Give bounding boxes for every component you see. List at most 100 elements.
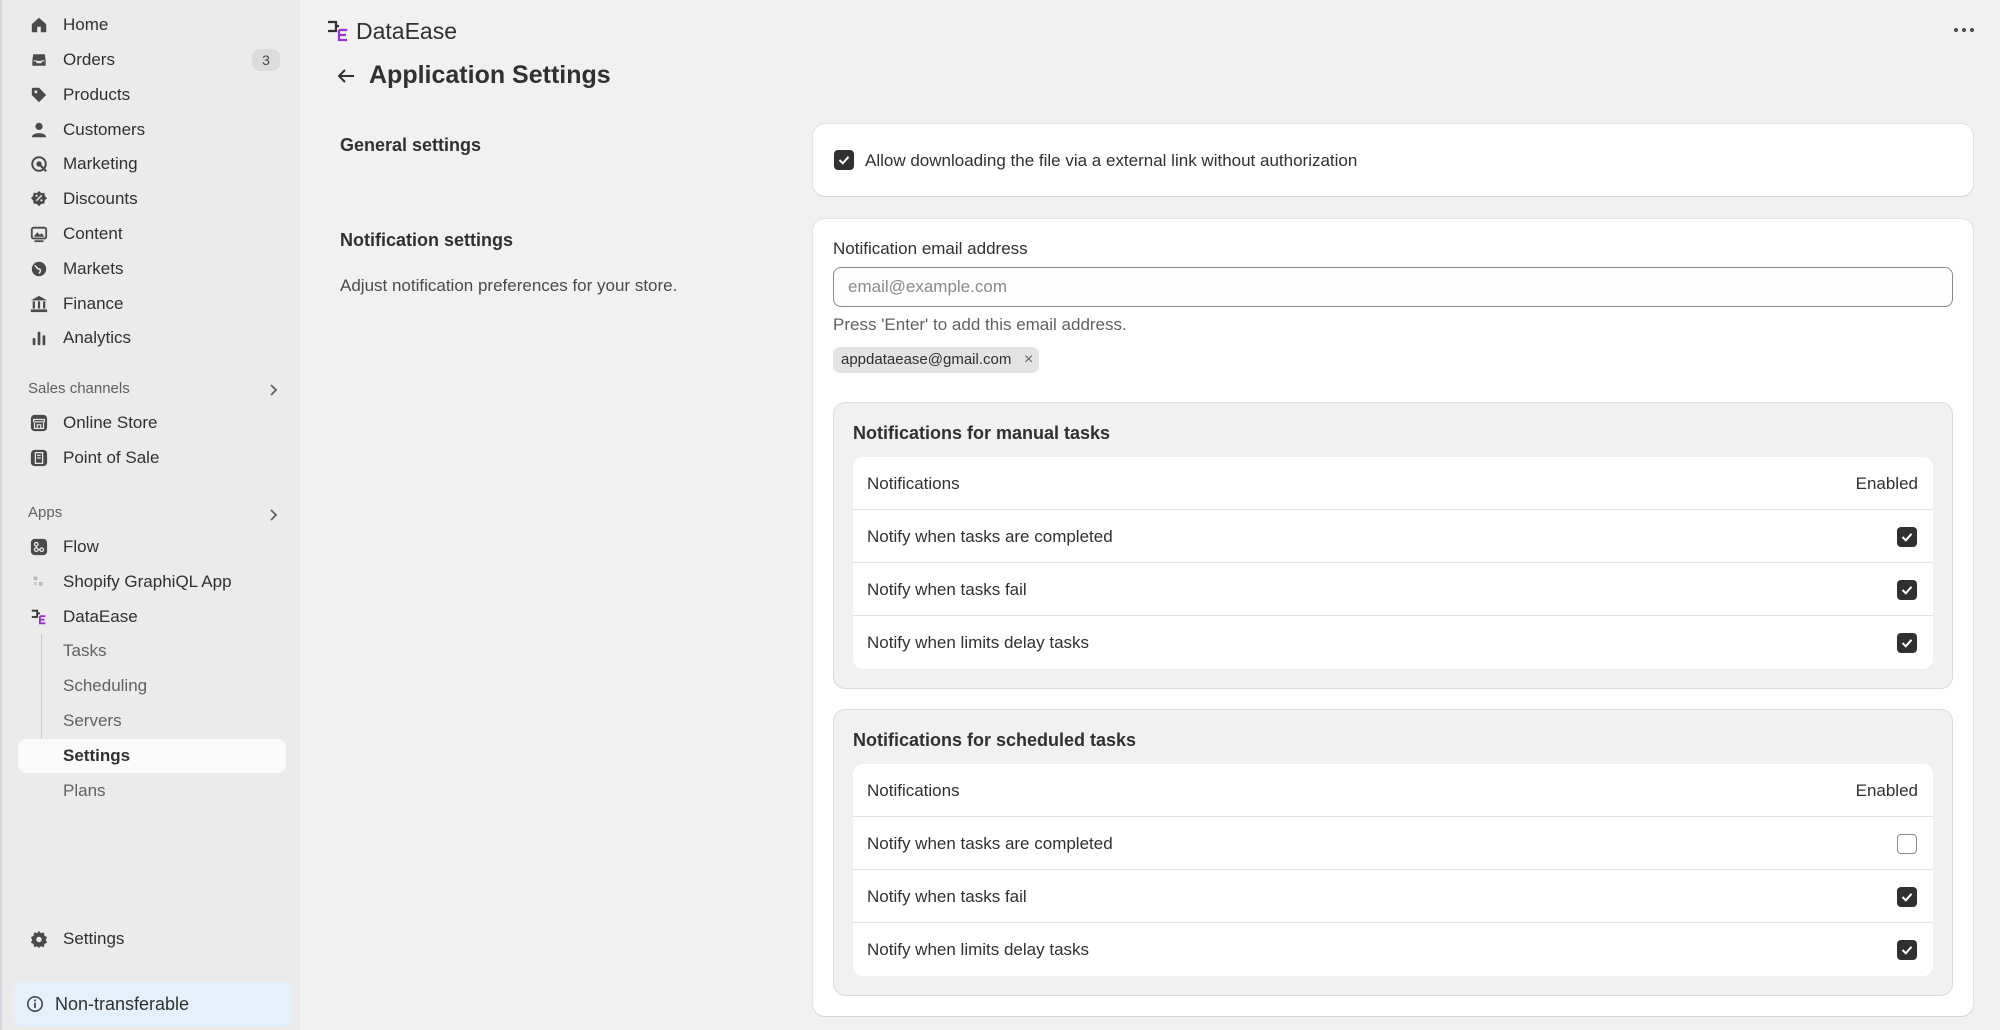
sidebar-item-content[interactable]: Content xyxy=(18,217,286,251)
sidebar-item-home[interactable]: Home xyxy=(18,8,286,42)
bank-icon xyxy=(30,295,48,313)
scheduled-fail-checkbox[interactable] xyxy=(1897,887,1917,907)
manual-tasks-group: Notifications for manual tasks Notificat… xyxy=(833,402,1953,689)
checkmark-icon xyxy=(1901,946,1913,955)
sidebar-item-settings[interactable]: Settings xyxy=(18,922,286,956)
column-header-enabled: Enabled xyxy=(1855,781,1918,800)
chevron-right-icon[interactable] xyxy=(266,383,280,397)
table-row: Notify when tasks are completed xyxy=(853,510,1933,563)
orders-count-badge: 3 xyxy=(252,49,280,71)
sidebar-subitem-servers[interactable]: Servers xyxy=(18,704,286,738)
column-header-enabled: Enabled xyxy=(1855,474,1918,493)
row-label: Notify when limits delay tasks xyxy=(867,633,1090,652)
sidebar-subitem-label: Servers xyxy=(63,711,122,730)
sidebar-item-label: Orders xyxy=(63,50,115,69)
apps-heading: Apps xyxy=(28,504,63,521)
brand-name: DataEase xyxy=(356,17,458,44)
sidebar-item-label: Analytics xyxy=(63,328,132,347)
table-header-row: Notifications Enabled xyxy=(853,764,1933,817)
sidebar-subitem-label: Tasks xyxy=(63,641,107,660)
sidebar-subitem-settings[interactable]: Settings xyxy=(18,739,286,773)
notification-settings-description: Adjust notification preferences for your… xyxy=(340,276,678,295)
sidebar-item-label: Shopify GraphiQL App xyxy=(63,572,232,591)
row-label: Notify when limits delay tasks xyxy=(867,940,1090,959)
sidebar-item-label: Online Store xyxy=(63,413,158,432)
email-field-label: Notification email address xyxy=(833,239,1028,258)
sidebar-item-dataease[interactable]: DataEase xyxy=(18,600,286,634)
sidebar-item-marketing[interactable]: Marketing xyxy=(18,147,286,181)
remove-email-icon[interactable]: × xyxy=(1024,347,1033,373)
manual-tasks-table: Notifications Enabled Notify when tasks … xyxy=(853,457,1933,669)
table-row: Notify when tasks fail xyxy=(853,563,1933,616)
globe-icon xyxy=(31,261,47,277)
sidebar-subitem-tasks[interactable]: Tasks xyxy=(18,634,286,668)
sidebar-item-label: Settings xyxy=(63,929,125,948)
table-row: Notify when limits delay tasks xyxy=(853,616,1933,669)
tag-icon xyxy=(31,87,47,103)
image-icon xyxy=(30,226,48,243)
sidebar-item-orders[interactable]: Orders 3 xyxy=(18,43,286,77)
general-settings-card: Allow downloading the file via a externa… xyxy=(813,124,1973,196)
app-brand: DataEase xyxy=(326,18,457,44)
email-tag: appdataease@gmail.com × xyxy=(833,347,1040,373)
table-row: Notify when limits delay tasks xyxy=(853,923,1933,976)
inbox-icon xyxy=(31,53,47,67)
sidebar-subitem-plans[interactable]: Plans xyxy=(18,774,286,808)
email-help-text: Press 'Enter' to add this email address. xyxy=(833,315,1127,334)
manual-limits-checkbox[interactable] xyxy=(1897,633,1917,653)
status-label: Non-transferable xyxy=(55,994,190,1014)
sidebar-subitem-scheduling[interactable]: Scheduling xyxy=(18,669,286,703)
discount-icon xyxy=(30,190,48,207)
sidebar-item-label: Content xyxy=(63,224,123,243)
flow-icon xyxy=(30,538,48,556)
checkmark-icon xyxy=(1901,586,1913,595)
dataease-logo-icon xyxy=(328,20,347,42)
email-tag-label: appdataease@gmail.com xyxy=(841,351,1012,368)
row-label: Notify when tasks are completed xyxy=(867,834,1113,853)
sidebar-item-markets[interactable]: Markets xyxy=(18,252,286,286)
notification-email-input[interactable] xyxy=(833,267,1953,307)
sidebar-item-customers[interactable]: Customers xyxy=(18,113,286,147)
manual-completed-checkbox[interactable] xyxy=(1897,527,1917,547)
person-icon xyxy=(31,122,47,138)
sidebar-item-finance[interactable]: Finance xyxy=(18,287,286,321)
sidebar-item-analytics[interactable]: Analytics xyxy=(18,321,286,355)
sidebar-item-online-store[interactable]: Online Store xyxy=(18,406,286,440)
back-arrow-icon[interactable] xyxy=(334,64,358,88)
checkmark-icon xyxy=(838,156,850,165)
info-icon xyxy=(26,995,44,1013)
gear-icon xyxy=(30,930,48,948)
sidebar-item-point-of-sale[interactable]: Point of Sale xyxy=(18,441,286,475)
sidebar-item-products[interactable]: Products xyxy=(18,78,286,112)
sidebar-item-label: Discounts xyxy=(63,189,138,208)
sidebar: Home Orders 3 Products Customers Marketi… xyxy=(0,0,300,1030)
allow-download-checkbox[interactable] xyxy=(834,150,854,170)
row-label: Notify when tasks fail xyxy=(867,887,1027,906)
sidebar-item-flow[interactable]: Flow xyxy=(18,530,286,564)
non-transferable-status[interactable]: Non-transferable xyxy=(13,982,292,1026)
sidebar-item-shopify-graphiql[interactable]: Shopify GraphiQL App xyxy=(18,565,286,599)
sidebar-item-discounts[interactable]: Discounts xyxy=(18,182,286,216)
sidebar-item-label: Marketing xyxy=(63,154,138,173)
dataease-icon xyxy=(31,609,46,625)
table-row: Notify when tasks are completed xyxy=(853,817,1933,870)
bar-chart-icon xyxy=(32,331,46,346)
scheduled-tasks-group: Notifications for scheduled tasks Notifi… xyxy=(833,709,1953,996)
allow-download-label: Allow downloading the file via a externa… xyxy=(865,151,1358,170)
manual-tasks-title: Notifications for manual tasks xyxy=(853,423,1111,443)
row-label: Notify when tasks fail xyxy=(867,580,1027,599)
chevron-right-icon[interactable] xyxy=(266,508,280,522)
scheduled-tasks-table: Notifications Enabled Notify when tasks … xyxy=(853,764,1933,976)
target-icon xyxy=(31,156,47,172)
graphiql-icon xyxy=(33,576,43,586)
table-header-row: Notifications Enabled xyxy=(853,457,1933,510)
more-actions-icon[interactable] xyxy=(1950,18,1978,42)
scheduled-limits-checkbox[interactable] xyxy=(1897,940,1917,960)
page-title: Application Settings xyxy=(369,61,611,89)
home-icon xyxy=(31,17,47,33)
scheduled-completed-checkbox[interactable] xyxy=(1897,834,1917,854)
manual-fail-checkbox[interactable] xyxy=(1897,580,1917,600)
sidebar-item-label: DataEase xyxy=(63,607,138,626)
column-header-notifications: Notifications xyxy=(867,781,960,800)
notification-settings-card: Notification email address Press 'Enter'… xyxy=(813,219,1973,1016)
